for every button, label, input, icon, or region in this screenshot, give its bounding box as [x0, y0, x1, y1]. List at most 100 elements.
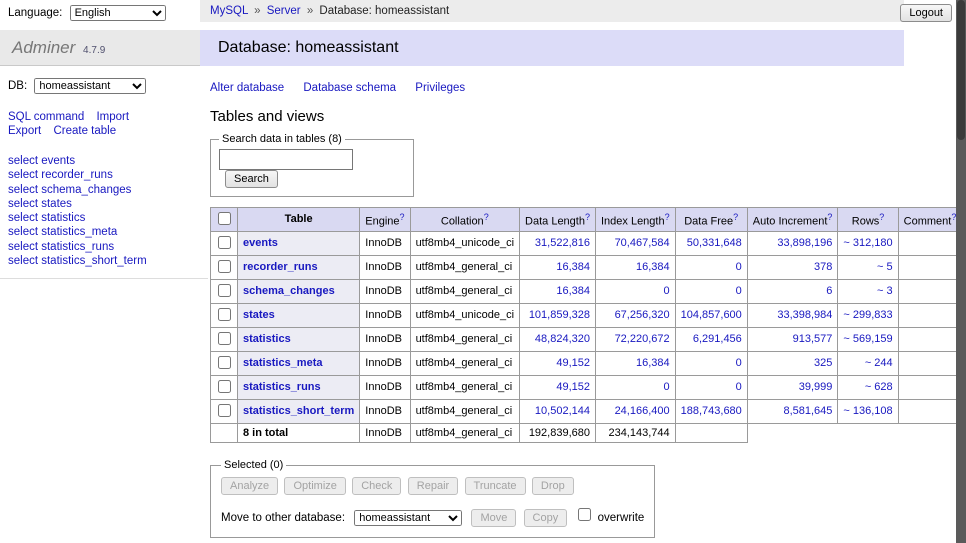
scrollbar-thumb[interactable]	[957, 0, 965, 140]
select-table-link[interactable]: select statistics_meta	[8, 226, 117, 238]
analyze-button[interactable]: Analyze	[221, 477, 278, 495]
search-button[interactable]: Search	[225, 170, 278, 188]
data-free-link[interactable]: 0	[736, 381, 742, 393]
rows-count-link[interactable]: ~ 244	[865, 357, 893, 369]
data-free-link[interactable]: 188,743,680	[681, 405, 742, 417]
data-free-link[interactable]: 6,291,456	[693, 333, 742, 345]
collation-help-link[interactable]: ?	[484, 212, 489, 222]
create-table-sidebar-link[interactable]: Create table	[53, 125, 116, 137]
auto-increment-link[interactable]: 6	[826, 285, 832, 297]
data-length-link[interactable]: 101,859,328	[529, 309, 590, 321]
table-structure-link[interactable]: statistics_meta	[243, 357, 323, 369]
import-link[interactable]: Import	[96, 111, 129, 123]
data-free-link[interactable]: 104,857,600	[681, 309, 742, 321]
index-length-link[interactable]: 16,384	[636, 357, 670, 369]
select-table-link[interactable]: select statistics	[8, 212, 85, 224]
drop-button[interactable]: Drop	[532, 477, 574, 495]
truncate-button[interactable]: Truncate	[465, 477, 526, 495]
data-length-link[interactable]: 48,824,320	[535, 333, 590, 345]
optimize-button[interactable]: Optimize	[284, 477, 345, 495]
rows-count-link[interactable]: ~ 3	[877, 285, 893, 297]
table-structure-link[interactable]: statistics_short_term	[243, 405, 354, 417]
repair-button[interactable]: Repair	[408, 477, 458, 495]
auto-increment-link[interactable]: 39,999	[799, 381, 833, 393]
data-length-help-link[interactable]: ?	[585, 212, 590, 222]
engine-help-link[interactable]: ?	[400, 212, 405, 222]
row-select-checkbox[interactable]	[218, 236, 231, 249]
auto-increment-link[interactable]: 8,581,645	[783, 405, 832, 417]
vertical-scrollbar[interactable]	[956, 0, 966, 543]
rows-count-link[interactable]: ~ 5	[877, 261, 893, 273]
index-length-link[interactable]: 16,384	[636, 261, 670, 273]
index-length-help-link[interactable]: ?	[665, 212, 670, 222]
breadcrumb-server-link[interactable]: Server	[267, 5, 301, 17]
privileges-link[interactable]: Privileges	[415, 82, 465, 94]
data-length-link[interactable]: 31,522,816	[535, 237, 590, 249]
data-free-link[interactable]: 50,331,648	[687, 237, 742, 249]
select-table-link[interactable]: select recorder_runs	[8, 169, 113, 181]
logout-button[interactable]: Logout	[900, 4, 952, 22]
adminer-version[interactable]: 4.7.9	[83, 45, 105, 56]
auto-increment-help-link[interactable]: ?	[827, 212, 832, 222]
rows-count-link[interactable]: ~ 299,833	[843, 309, 892, 321]
overwrite-checkbox[interactable]	[578, 508, 591, 521]
row-select-checkbox[interactable]	[218, 380, 231, 393]
data-free-link[interactable]: 0	[736, 357, 742, 369]
copy-button[interactable]: Copy	[524, 509, 568, 527]
index-length-link[interactable]: 0	[664, 285, 670, 297]
breadcrumb-mysql-link[interactable]: MySQL	[210, 5, 248, 17]
auto-increment-link[interactable]: 33,898,196	[777, 237, 832, 249]
export-link[interactable]: Export	[8, 125, 41, 137]
index-length-link[interactable]: 70,467,584	[615, 237, 670, 249]
data-length-link[interactable]: 16,384	[556, 261, 590, 273]
table-structure-link[interactable]: statistics	[243, 333, 291, 345]
data-free-link[interactable]: 0	[736, 285, 742, 297]
language-select[interactable]: English	[70, 5, 166, 21]
select-table-link[interactable]: select schema_changes	[8, 184, 131, 196]
data-length-link[interactable]: 16,384	[556, 285, 590, 297]
index-length-link[interactable]: 0	[664, 381, 670, 393]
auto-increment-link[interactable]: 378	[814, 261, 832, 273]
rows-count-link[interactable]: ~ 136,108	[843, 405, 892, 417]
rows-count-link[interactable]: ~ 628	[865, 381, 893, 393]
move-button[interactable]: Move	[471, 509, 516, 527]
rows-count-link[interactable]: ~ 312,180	[843, 237, 892, 249]
auto-increment-link[interactable]: 325	[814, 357, 832, 369]
row-select-checkbox[interactable]	[218, 308, 231, 321]
data-length-link[interactable]: 49,152	[556, 381, 590, 393]
data-length-link[interactable]: 10,502,144	[535, 405, 590, 417]
select-all-checkbox[interactable]	[218, 212, 231, 225]
table-structure-link[interactable]: schema_changes	[243, 285, 335, 297]
select-table-link[interactable]: select statistics_short_term	[8, 255, 147, 267]
row-select-checkbox[interactable]	[218, 404, 231, 417]
index-length-link[interactable]: 72,220,672	[615, 333, 670, 345]
select-table-link[interactable]: select states	[8, 198, 72, 210]
move-database-select[interactable]: homeassistant	[354, 510, 462, 526]
rows-help-link[interactable]: ?	[879, 212, 884, 222]
table-structure-link[interactable]: events	[243, 237, 278, 249]
alter-database-link[interactable]: Alter database	[210, 82, 284, 94]
table-structure-link[interactable]: states	[243, 309, 275, 321]
select-table-link[interactable]: select statistics_runs	[8, 241, 114, 253]
data-length-link[interactable]: 49,152	[556, 357, 590, 369]
rows-count-link[interactable]: ~ 569,159	[843, 333, 892, 345]
data-free-link[interactable]: 0	[736, 261, 742, 273]
db-select[interactable]: homeassistant	[34, 78, 146, 94]
index-length-link[interactable]: 67,256,320	[615, 309, 670, 321]
index-length-link[interactable]: 24,166,400	[615, 405, 670, 417]
row-select-checkbox[interactable]	[218, 356, 231, 369]
row-select-checkbox[interactable]	[218, 332, 231, 345]
select-table-link[interactable]: select events	[8, 155, 75, 167]
check-button[interactable]: Check	[352, 477, 401, 495]
row-select-checkbox[interactable]	[218, 284, 231, 297]
sql-command-link[interactable]: SQL command	[8, 111, 84, 123]
data-free-help-link[interactable]: ?	[733, 212, 738, 222]
auto-increment-link[interactable]: 33,398,984	[777, 309, 832, 321]
auto-increment-link[interactable]: 913,577	[793, 333, 833, 345]
database-schema-link[interactable]: Database schema	[303, 82, 396, 94]
row-select-checkbox[interactable]	[218, 260, 231, 273]
search-input[interactable]	[219, 149, 353, 170]
adminer-logo-link[interactable]: Adminer	[12, 38, 75, 57]
table-structure-link[interactable]: recorder_runs	[243, 261, 318, 273]
table-structure-link[interactable]: statistics_runs	[243, 381, 321, 393]
